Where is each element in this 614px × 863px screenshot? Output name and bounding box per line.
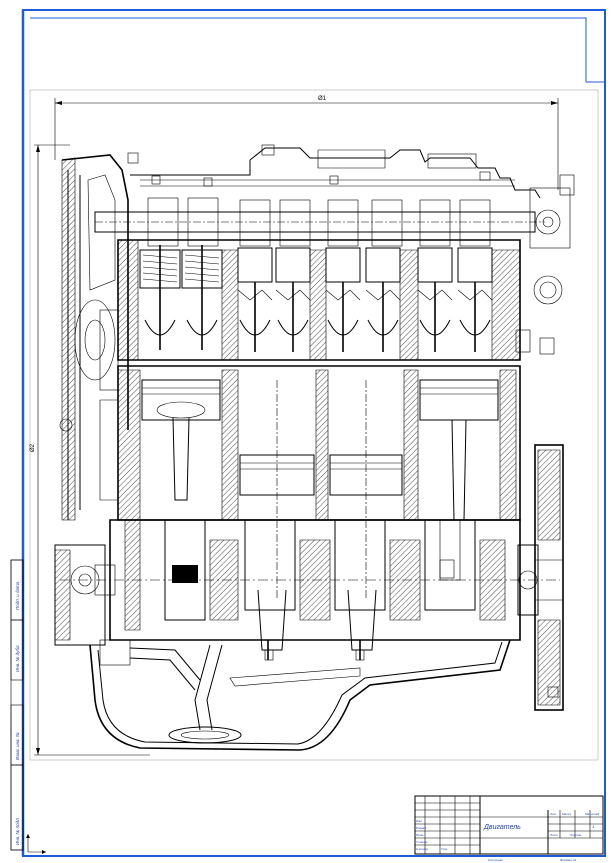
stamp-label-low: Взам. инв. №	[15, 732, 20, 760]
flywheel-flange	[517, 444, 564, 711]
oil-sump	[89, 639, 511, 751]
piston-1	[141, 379, 221, 501]
crankshaft	[60, 519, 560, 660]
letter-label: Лит.	[549, 812, 557, 816]
stamp-label-mid: Инв. № дубл.	[15, 644, 20, 672]
dimension-height-label: Ø2	[30, 443, 36, 452]
stamp-label-bottom: Инв. № подл.	[15, 817, 20, 845]
title-block-row-4: Т.контр.	[416, 840, 428, 844]
title-block-row-5: Н.контр.	[416, 847, 429, 851]
cylinder-1-valves	[139, 245, 223, 350]
copied-label: Копировал	[488, 858, 503, 862]
valve-cover	[130, 144, 541, 199]
cylinder-2-valves	[237, 247, 311, 352]
oil-pickup	[129, 644, 242, 744]
format-label: Формат А1	[560, 858, 577, 862]
side-stamp-strip: Подп. и дата Инв. № дубл. Взам. инв. № И…	[10, 559, 24, 851]
title-block-row-2: Разраб.	[416, 826, 427, 830]
engine-section	[54, 144, 575, 751]
sheet-label: Лист	[549, 833, 558, 837]
crankshaft-pulley	[54, 544, 131, 666]
cylinder-3-valves	[325, 247, 401, 352]
mass-label: Масса	[562, 812, 571, 816]
title-block: Изм. Разраб. Пров. Т.контр. Н.контр. Утв…	[414, 795, 604, 862]
cylinder-4-valves	[417, 247, 493, 352]
overall-width-dimension: Ø1	[54, 96, 559, 190]
sheets-label: Листов	[569, 833, 581, 837]
title-block-row-6: Утв.	[441, 847, 448, 851]
title-block-row-3: Пров.	[416, 833, 424, 837]
scale-label: Масштаб	[585, 812, 599, 816]
drawing-title: Двигатель	[483, 824, 521, 831]
stamp-label-top: Подп. и дата	[15, 581, 20, 610]
engine-drawing-sheet: Ø1 Ø2 Подп. и дата Инв. № дубл. Взам. ин…	[10, 9, 606, 862]
dimension-width-label: Ø1	[318, 96, 327, 102]
cylinder-head	[117, 239, 563, 367]
piston-4	[419, 379, 499, 521]
scale-value: 1	[592, 824, 594, 829]
title-block-row-1: Изм.	[416, 819, 423, 823]
sheet-frame	[21, 9, 606, 857]
axis-glyph-icon	[26, 834, 46, 854]
